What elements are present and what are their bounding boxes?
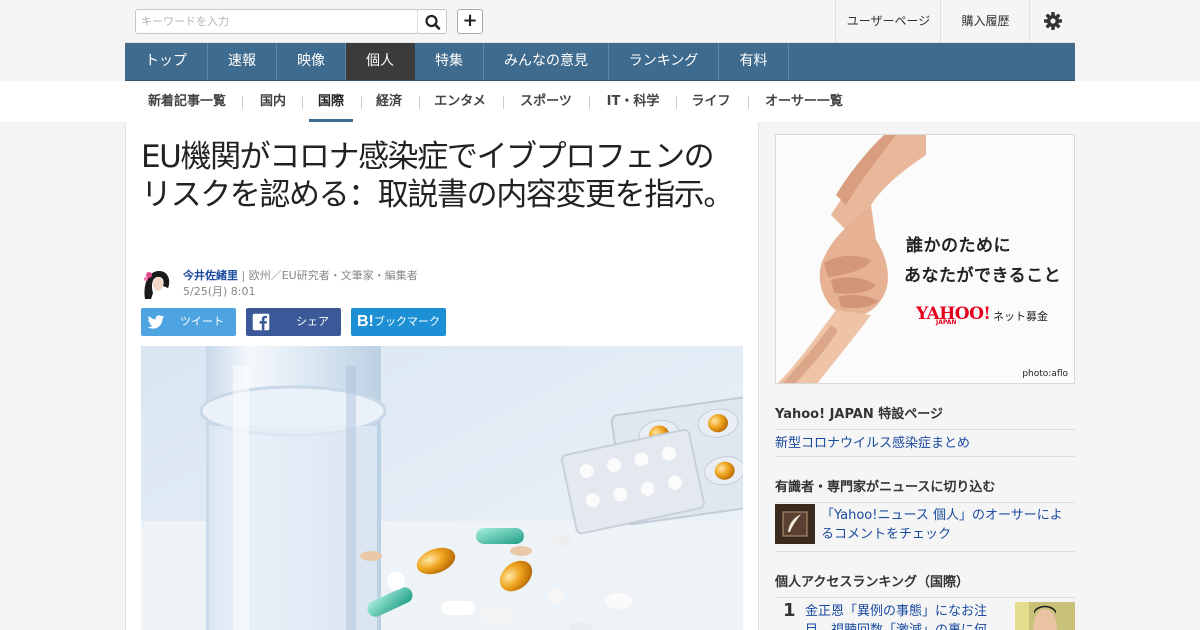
nav-breaking[interactable]: 速報 (208, 43, 277, 80)
experts-heading: 有識者・専門家がニュースに切り込む (775, 476, 1075, 503)
pills-and-water-image (141, 346, 743, 630)
ranking-item-link[interactable]: 金正恩「異例の事態」になお注目…視聴回数「激減」の裏に何 (805, 602, 1005, 630)
quill-icon (775, 504, 815, 544)
nav-feature[interactable]: 特集 (415, 43, 484, 80)
settings-button[interactable] (1029, 0, 1075, 43)
tweet-label: ツイート (180, 315, 224, 328)
author-avatar[interactable] (141, 266, 174, 299)
publish-date: 5/25(月) 8:01 (183, 285, 256, 298)
ranking-number: 1 (783, 600, 796, 621)
yahoo-logo-sub: JAPAN (936, 319, 957, 326)
nav-paid[interactable]: 有料 (719, 43, 789, 80)
subnav-entertainment[interactable]: エンタメ (431, 81, 489, 122)
search-button[interactable] (417, 9, 447, 34)
nav-video[interactable]: 映像 (277, 43, 346, 80)
gear-icon (1044, 12, 1062, 30)
hatena-bookmark-icon: B! (357, 313, 374, 330)
hatena-bookmark-button[interactable]: B! ブックマーク (351, 308, 446, 336)
search-icon (425, 14, 441, 30)
subnav-sports[interactable]: スポーツ (517, 81, 575, 122)
top-bar: + ユーザーページ 購入履歴 (125, 0, 1075, 43)
subnav-separator (676, 96, 677, 109)
charity-ad-banner[interactable]: 誰かのために あなたができること YAHOO! JAPAN ネット募金 phot… (775, 134, 1075, 384)
ranking-heading: 個人アクセスランキング（国際） (775, 571, 1075, 598)
sidebar-divider (775, 456, 1075, 457)
hatena-bookmark-label: ブックマーク (374, 315, 440, 328)
nav-individual[interactable]: 個人 (346, 43, 415, 80)
subnav-international[interactable]: 国際 (309, 81, 353, 122)
purchase-history-link[interactable]: 購入履歴 (940, 0, 1030, 43)
sidebar: 誰かのために あなたができること YAHOO! JAPAN ネット募金 phot… (775, 122, 1075, 630)
author-name-link[interactable]: 今井佐緒里 (183, 269, 238, 282)
subnav-separator (242, 96, 243, 109)
add-button[interactable]: + (457, 9, 483, 34)
nav-opinions[interactable]: みんなの意見 (484, 43, 609, 80)
special-page-heading: Yahoo! JAPAN 特設ページ (775, 403, 1075, 430)
subnav-separator (419, 96, 420, 109)
tweet-button[interactable]: ツイート (141, 308, 236, 336)
sub-nav: 新着記事一覧 国内 国際 経済 エンタメ スポーツ IT・科学 ライフ オーサー… (125, 81, 1075, 122)
ad-photo-credit: photo:aflo (1022, 369, 1068, 379)
user-page-link[interactable]: ユーザーページ (835, 0, 941, 43)
facebook-icon (252, 313, 270, 331)
article-photo (141, 346, 743, 630)
article: EU機関がコロナ感染症でイブプロフェンのリスクを認める：取説書の内容変更を指示。… (125, 122, 759, 630)
sidebar-divider (775, 551, 1075, 552)
author-info: 今井佐緒里 | 欧州／EU研究者・文筆家・編集者 (183, 267, 418, 283)
covid-summary-link[interactable]: 新型コロナウイルス感染症まとめ (775, 432, 1075, 451)
subnav-authors[interactable]: オーサー一覧 (760, 81, 848, 122)
ad-tag: ネット募金 (993, 310, 1048, 323)
subnav-separator (748, 96, 749, 109)
search-input[interactable] (136, 10, 416, 33)
experts-link[interactable]: 「Yahoo!ニュース 個人」のオーサーによるコメントをチェック (821, 506, 1075, 544)
ad-headline-1: 誰かのために (906, 236, 1011, 256)
ranking-thumbnail[interactable] (1015, 602, 1075, 630)
facebook-share-label: シェア (296, 315, 329, 328)
search-box (135, 9, 418, 34)
twitter-icon (147, 315, 165, 329)
nav-ranking[interactable]: ランキング (609, 43, 719, 80)
author-profile: | 欧州／EU研究者・文筆家・編集者 (238, 269, 418, 282)
subnav-life[interactable]: ライフ (688, 81, 734, 122)
helping-hands-image (776, 135, 1074, 383)
subnav-economy[interactable]: 経済 (373, 81, 405, 122)
subnav-it-science[interactable]: IT・科学 (603, 81, 663, 122)
subnav-domestic[interactable]: 国内 (257, 81, 289, 122)
nav-top[interactable]: トップ (125, 43, 208, 80)
main-nav: トップ 速報 映像 個人 特集 みんなの意見 ランキング 有料 (125, 43, 1075, 81)
article-title: EU機関がコロナ感染症でイブプロフェンのリスクを認める：取説書の内容変更を指示。 (141, 139, 734, 213)
avatar-image (141, 266, 174, 299)
facebook-share-button[interactable]: シェア (246, 308, 341, 336)
thumbnail-image (1015, 602, 1075, 630)
subnav-separator (503, 96, 504, 109)
plus-icon: + (462, 10, 478, 31)
subnav-separator (361, 96, 362, 109)
subnav-latest[interactable]: 新着記事一覧 (145, 81, 229, 122)
subnav-separator (589, 96, 590, 109)
ad-headline-2: あなたができること (904, 266, 1062, 286)
subnav-separator (302, 96, 303, 109)
